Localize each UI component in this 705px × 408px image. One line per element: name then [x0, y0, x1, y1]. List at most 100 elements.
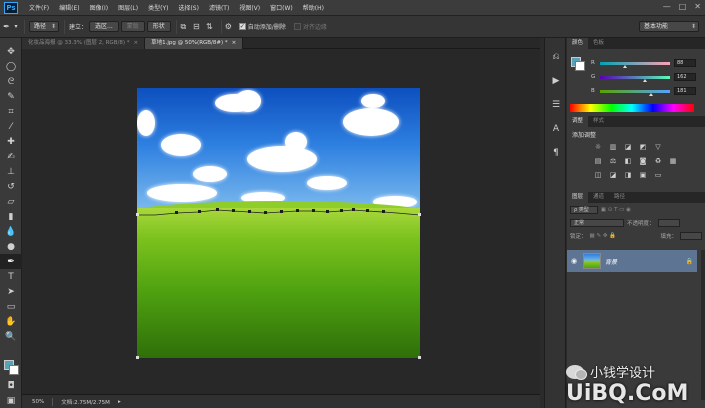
quick-select-tool-icon[interactable]: ✎	[0, 89, 22, 104]
slider-thumb[interactable]	[649, 92, 653, 96]
character-panel-icon[interactable]: A	[545, 118, 567, 140]
anchor-point[interactable]	[382, 210, 385, 213]
anchor-point[interactable]	[340, 209, 343, 212]
eyedropper-tool-icon[interactable]: ⁄	[0, 119, 22, 134]
corner-handle[interactable]	[418, 213, 421, 216]
layer-row-background[interactable]: ◉ 背景 🔒	[567, 250, 697, 272]
anchor-point[interactable]	[216, 208, 219, 211]
hand-tool-icon[interactable]: ✋	[0, 314, 22, 329]
blur-tool-icon[interactable]: 💧	[0, 224, 22, 239]
align-edges-checkbox[interactable]	[293, 23, 301, 30]
color-balance-icon[interactable]: ⚖	[608, 156, 618, 166]
pen-tool-icon[interactable]: ✒	[0, 254, 22, 269]
red-value[interactable]: 88	[674, 59, 696, 67]
color-lookup-icon[interactable]: ▦	[668, 156, 678, 166]
exposure-icon[interactable]: ◩	[638, 142, 648, 152]
tool-mode-select[interactable]: 路径	[29, 21, 60, 32]
threshold-icon[interactable]: ◨	[623, 170, 633, 180]
menu-window[interactable]: 窗口(W)	[265, 3, 298, 12]
blue-value[interactable]: 181	[674, 87, 696, 95]
minimize-button[interactable]: —	[663, 2, 671, 11]
move-tool-icon[interactable]: ✥	[0, 44, 22, 59]
path-alignment-icon[interactable]: ⊟	[190, 21, 203, 32]
stamp-tool-icon[interactable]: ⊥	[0, 164, 22, 179]
chevron-down-icon[interactable]: ▾	[13, 21, 19, 32]
menu-image[interactable]: 图像(I)	[85, 3, 113, 12]
color-panel-swatches[interactable]	[571, 57, 585, 71]
opacity-input[interactable]	[657, 219, 680, 227]
hue-saturation-icon[interactable]: ▤	[593, 156, 603, 166]
green-value[interactable]: 162	[674, 73, 696, 81]
anchor-point[interactable]	[352, 208, 355, 211]
anchor-point[interactable]	[248, 210, 251, 213]
invert-icon[interactable]: ◫	[593, 170, 603, 180]
tab-channels[interactable]: 通道	[588, 192, 609, 203]
curves-icon[interactable]: ◪	[623, 142, 633, 152]
history-panel-icon[interactable]: ⎌	[545, 46, 567, 68]
anchor-point[interactable]	[312, 209, 315, 212]
history-brush-tool-icon[interactable]: ↺	[0, 179, 22, 194]
anchor-point[interactable]	[232, 209, 235, 212]
tab-adjustments[interactable]: 调整	[567, 116, 589, 127]
quick-mask-icon[interactable]: ◘	[0, 378, 22, 393]
paragraph-panel-icon[interactable]: ¶	[545, 142, 567, 164]
canvas-area[interactable]	[22, 49, 540, 394]
menu-edit[interactable]: 编辑(E)	[54, 3, 84, 12]
doc-tab-poster[interactable]: 化妆品海报 @ 33.3% (图层 2, RGB/8) * ×	[22, 38, 146, 49]
type-tool-icon[interactable]: T	[0, 269, 22, 284]
background-color[interactable]	[9, 365, 19, 375]
healing-tool-icon[interactable]: ✚	[0, 134, 22, 149]
tab-color[interactable]: 颜色	[567, 38, 589, 49]
anchor-point[interactable]	[198, 210, 201, 213]
menu-help[interactable]: 帮助(H)	[298, 3, 329, 12]
layer-kind-filter[interactable]: ρ 类型	[570, 206, 598, 214]
lasso-tool-icon[interactable]: ᘓ	[0, 74, 22, 89]
close-icon[interactable]: ×	[232, 38, 237, 49]
slider-thumb[interactable]	[643, 78, 647, 82]
make-selection-button[interactable]: 选区...	[89, 21, 119, 32]
color-spectrum[interactable]	[570, 104, 694, 112]
gradient-tool-icon[interactable]: ▮	[0, 209, 22, 224]
corner-handle[interactable]	[418, 356, 421, 359]
close-button[interactable]: ✕	[694, 2, 701, 11]
maximize-button[interactable]: □	[679, 2, 687, 11]
levels-icon[interactable]: ▥	[608, 142, 618, 152]
anchor-point[interactable]	[175, 211, 178, 214]
slider-thumb[interactable]	[623, 64, 627, 68]
close-icon[interactable]: ×	[133, 38, 138, 49]
workspace-select[interactable]: 基本功能	[639, 21, 699, 32]
anchor-point[interactable]	[264, 211, 267, 214]
pen-tool-preset-icon[interactable]: ✒	[0, 21, 13, 32]
green-slider[interactable]	[600, 75, 670, 82]
menu-select[interactable]: 选择(S)	[173, 3, 204, 12]
channel-mixer-icon[interactable]: ♻	[653, 156, 663, 166]
marquee-tool-icon[interactable]: ◯	[0, 59, 22, 74]
eye-icon[interactable]: ◉	[571, 257, 579, 265]
selective-color-icon[interactable]: ▣	[638, 170, 648, 180]
menu-type[interactable]: 类型(Y)	[143, 3, 173, 12]
menu-file[interactable]: 文件(F)	[24, 3, 54, 12]
red-slider[interactable]	[600, 61, 670, 68]
menu-layer[interactable]: 图层(L)	[113, 3, 143, 12]
path-operations-icon[interactable]: ⧉	[177, 21, 190, 32]
actions-panel-icon[interactable]: ▶	[545, 70, 567, 92]
path-arrangement-icon[interactable]: ⇅	[203, 21, 216, 32]
gradient-map-icon[interactable]: ▭	[653, 170, 663, 180]
brightness-icon[interactable]: ☼	[593, 142, 603, 152]
corner-handle[interactable]	[136, 356, 139, 359]
doc-tab-grass[interactable]: 草地1.jpg @ 50%(RGB/8#) * ×	[145, 38, 244, 49]
eraser-tool-icon[interactable]: ▱	[0, 194, 22, 209]
blend-mode-select[interactable]: 正常	[570, 219, 624, 227]
screen-mode-icon[interactable]: ▣	[0, 393, 22, 408]
tab-styles[interactable]: 样式	[588, 116, 609, 127]
filter-icons[interactable]: ▣ ⊙ T ▭ ◉	[601, 207, 631, 213]
blue-slider[interactable]	[600, 89, 670, 96]
make-mask-button[interactable]: 蒙版	[120, 21, 145, 32]
fill-input[interactable]	[680, 232, 702, 240]
anchor-point[interactable]	[326, 210, 329, 213]
color-swatches[interactable]	[4, 360, 20, 376]
tab-layers[interactable]: 图层	[567, 192, 589, 203]
vibrance-icon[interactable]: ▽	[653, 142, 663, 152]
menu-view[interactable]: 视图(V)	[234, 3, 265, 12]
auto-add-delete-checkbox[interactable]: ✓	[238, 23, 246, 30]
